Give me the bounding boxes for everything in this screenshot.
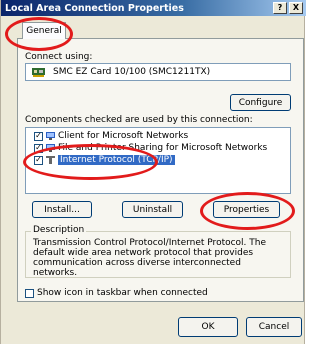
close-button[interactable]: X: [289, 2, 303, 14]
component-label: Internet Protocol (TCP/IP): [58, 155, 175, 165]
cancel-button[interactable]: Cancel: [246, 317, 302, 337]
show-icon-option[interactable]: Show icon in taskbar when connected: [25, 288, 208, 298]
properties-button-label: Properties: [223, 204, 270, 215]
ok-button-label: OK: [201, 322, 215, 332]
adapter-field: SMC EZ Card 10/100 (SMC1211TX): [25, 63, 291, 81]
properties-button[interactable]: Properties: [213, 201, 280, 218]
file-printer-sharing-icon: [46, 144, 55, 152]
component-file-printer-sharing[interactable]: ✓ File and Printer Sharing for Microsoft…: [34, 143, 267, 153]
network-client-icon: [46, 132, 55, 140]
adapter-name: SMC EZ Card 10/100 (SMC1211TX): [53, 67, 211, 77]
install-button[interactable]: Install...: [32, 201, 92, 218]
component-label: File and Printer Sharing for Microsoft N…: [58, 143, 268, 153]
configure-button[interactable]: Configure: [230, 94, 291, 111]
component-client-networks[interactable]: ✓ Client for Microsoft Networks: [34, 131, 188, 141]
component-tcp-ip[interactable]: ✓ Internet Protocol (TCP/IP): [34, 155, 175, 165]
connect-using-label: Connect using:: [25, 52, 93, 62]
help-button[interactable]: ?: [273, 2, 287, 14]
show-icon-checkbox[interactable]: [25, 288, 34, 298]
components-label: Components checked are used by this conn…: [25, 115, 253, 125]
components-list[interactable]: ✓ Client for Microsoft Networks ✓ File a…: [25, 127, 291, 194]
properties-dialog: Local Area Connection Properties ? X Gen…: [0, 0, 306, 344]
tab-general[interactable]: General: [22, 22, 66, 39]
tab-general-label: General: [26, 26, 62, 36]
window-title: Local Area Connection Properties: [5, 2, 184, 14]
title-bar[interactable]: Local Area Connection Properties ? X: [1, 0, 306, 16]
uninstall-button[interactable]: Uninstall: [122, 201, 183, 218]
uninstall-button-label: Uninstall: [132, 204, 173, 215]
component-label: Client for Microsoft Networks: [58, 131, 189, 141]
checkbox-tcp-ip[interactable]: ✓: [34, 155, 43, 165]
network-card-icon: [32, 68, 45, 77]
show-icon-label: Show icon in taskbar when connected: [37, 288, 208, 298]
checkbox-file-printer-sharing[interactable]: ✓: [34, 143, 43, 153]
checkbox-client-networks[interactable]: ✓: [34, 131, 43, 141]
description-text: Transmission Control Protocol/Internet P…: [33, 238, 267, 278]
description-group: Description Transmission Control Protoco…: [25, 225, 291, 278]
cancel-button-label: Cancel: [258, 322, 290, 332]
protocol-icon: [46, 156, 55, 164]
description-title: Description: [31, 225, 87, 235]
configure-button-label: Configure: [238, 97, 283, 108]
install-button-label: Install...: [44, 204, 80, 215]
ok-button[interactable]: OK: [178, 317, 238, 337]
